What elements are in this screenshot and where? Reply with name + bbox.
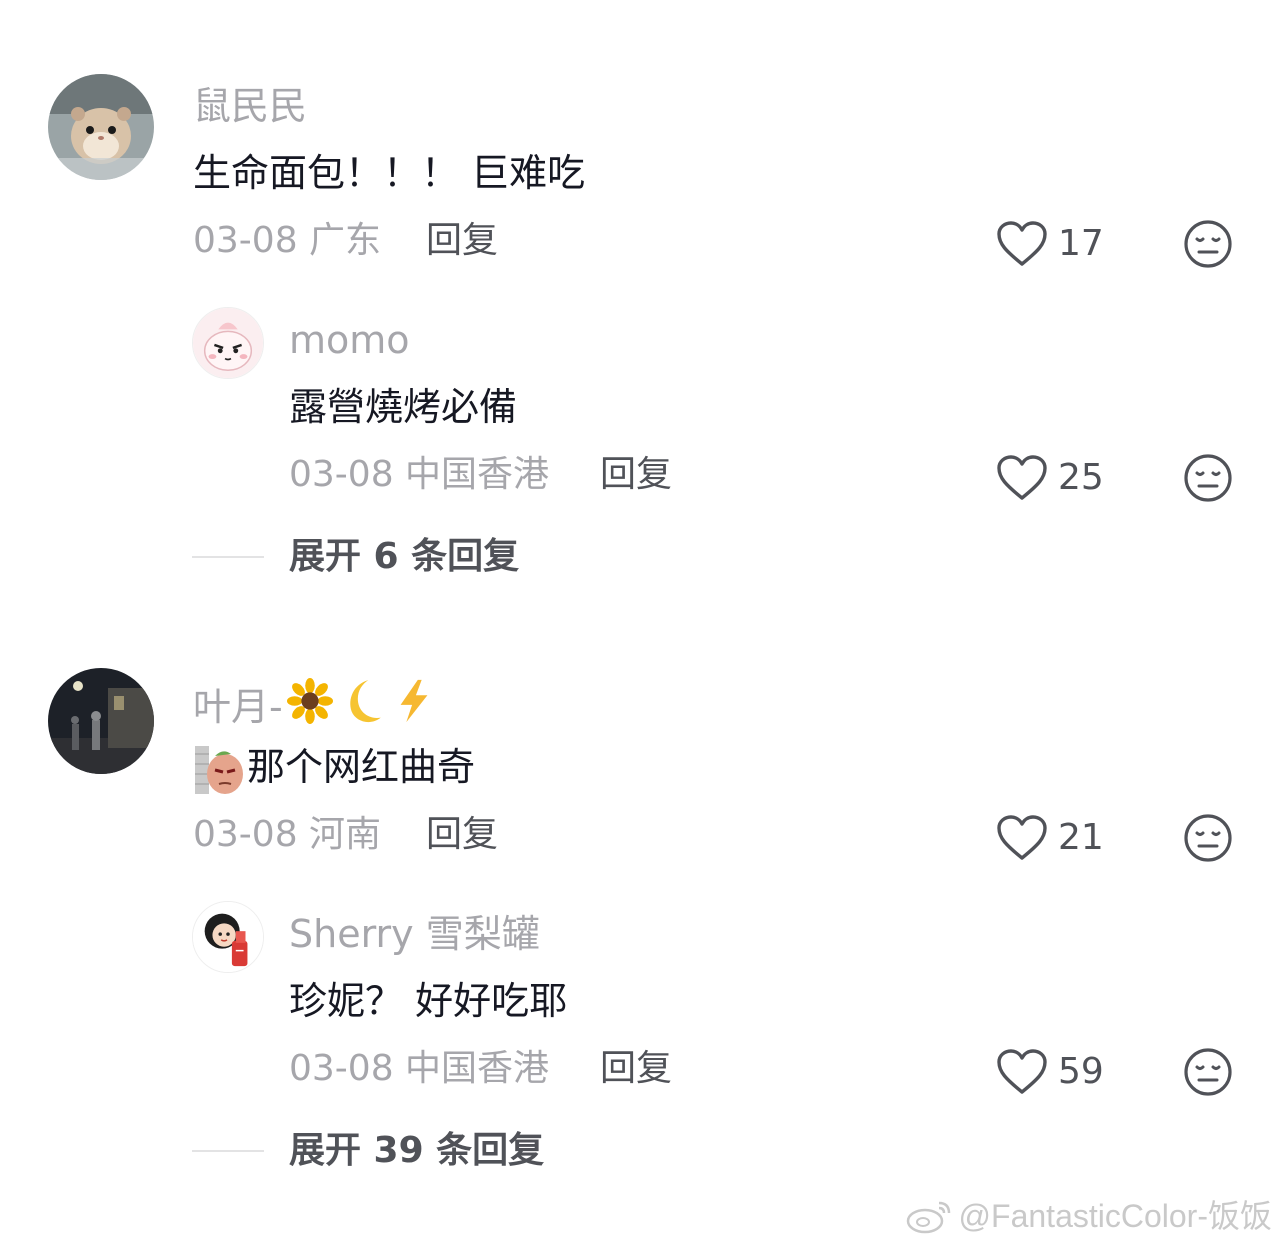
meh-face-icon <box>1184 454 1232 502</box>
comment-username[interactable]: 叶月- <box>193 676 437 737</box>
heart-icon <box>997 1049 1047 1094</box>
avatar-sherry[interactable] <box>192 901 264 973</box>
meh-face-icon <box>1184 814 1232 862</box>
hamster-avatar-icon <box>48 74 154 180</box>
cartoon-girl-avatar-icon <box>193 902 263 972</box>
like-count: 25 <box>1058 457 1104 498</box>
expand-divider <box>192 556 264 558</box>
avatar-hamster[interactable] <box>48 74 154 180</box>
meh-face-icon <box>1184 220 1232 268</box>
avatar-momo[interactable] <box>192 307 264 379</box>
avatar-night-street[interactable] <box>48 668 154 774</box>
reply-button[interactable]: 回复 <box>600 1046 672 1092</box>
dislike-button[interactable] <box>1183 1047 1233 1097</box>
comment-text: 那个网红曲奇 <box>193 742 475 796</box>
like-count: 59 <box>1058 1051 1104 1092</box>
comment-date-location: 03-08 广东 <box>193 220 382 261</box>
lightning-icon <box>391 678 437 735</box>
weibo-logo-icon <box>906 1201 950 1234</box>
comment-date-location: 03-08 河南 <box>193 814 382 855</box>
like-button[interactable]: 59 <box>996 1047 1104 1097</box>
dislike-button[interactable] <box>1183 813 1233 863</box>
sunflower-icon <box>286 678 333 735</box>
weibo-watermark: @FantasticColor-饭饭 <box>905 1196 1272 1236</box>
reply-text: 露營燒烤必備 <box>289 385 518 429</box>
reply-button[interactable]: 回复 <box>426 218 498 264</box>
reply-username[interactable]: momo <box>289 316 410 364</box>
cartoon-pink-avatar-icon <box>193 308 263 378</box>
expand-replies-button[interactable]: 展开 39 条回复 <box>289 1128 544 1174</box>
like-count: 21 <box>1058 817 1104 858</box>
comment-username[interactable]: 鼠民民 <box>193 82 307 130</box>
expand-divider <box>192 1150 264 1152</box>
expand-replies-button[interactable]: 展开 6 条回复 <box>289 534 519 580</box>
reply-username[interactable]: Sherry 雪梨罐 <box>289 910 540 958</box>
reply-button[interactable]: 回复 <box>600 452 672 498</box>
reply-button[interactable]: 回复 <box>426 812 498 858</box>
username-text: 叶月- <box>193 684 283 729</box>
night-street-avatar-icon <box>48 668 154 774</box>
like-button[interactable]: 25 <box>996 453 1104 503</box>
dislike-button[interactable] <box>1183 219 1233 269</box>
reply-date-location: 03-08 中国香港 <box>289 454 550 495</box>
comment-text: 生命面包！！！ 巨难吃 <box>193 151 586 195</box>
heart-icon <box>997 815 1047 860</box>
heart-icon <box>997 221 1047 266</box>
meh-face-icon <box>1184 1048 1232 1096</box>
reply-date-location: 03-08 中国香港 <box>289 1048 550 1089</box>
comment-text-body: 那个网红曲奇 <box>247 745 476 789</box>
crescent-moon-icon <box>337 676 387 737</box>
like-button[interactable]: 21 <box>996 813 1104 863</box>
heart-icon <box>997 455 1047 500</box>
like-button[interactable]: 17 <box>996 219 1104 269</box>
peeking-sticker-icon <box>195 745 243 794</box>
like-count: 17 <box>1058 223 1104 264</box>
reply-text: 珍妮？ 好好吃耶 <box>289 979 568 1023</box>
watermark-text: @FantasticColor-饭饭 <box>958 1198 1272 1234</box>
dislike-button[interactable] <box>1183 453 1233 503</box>
